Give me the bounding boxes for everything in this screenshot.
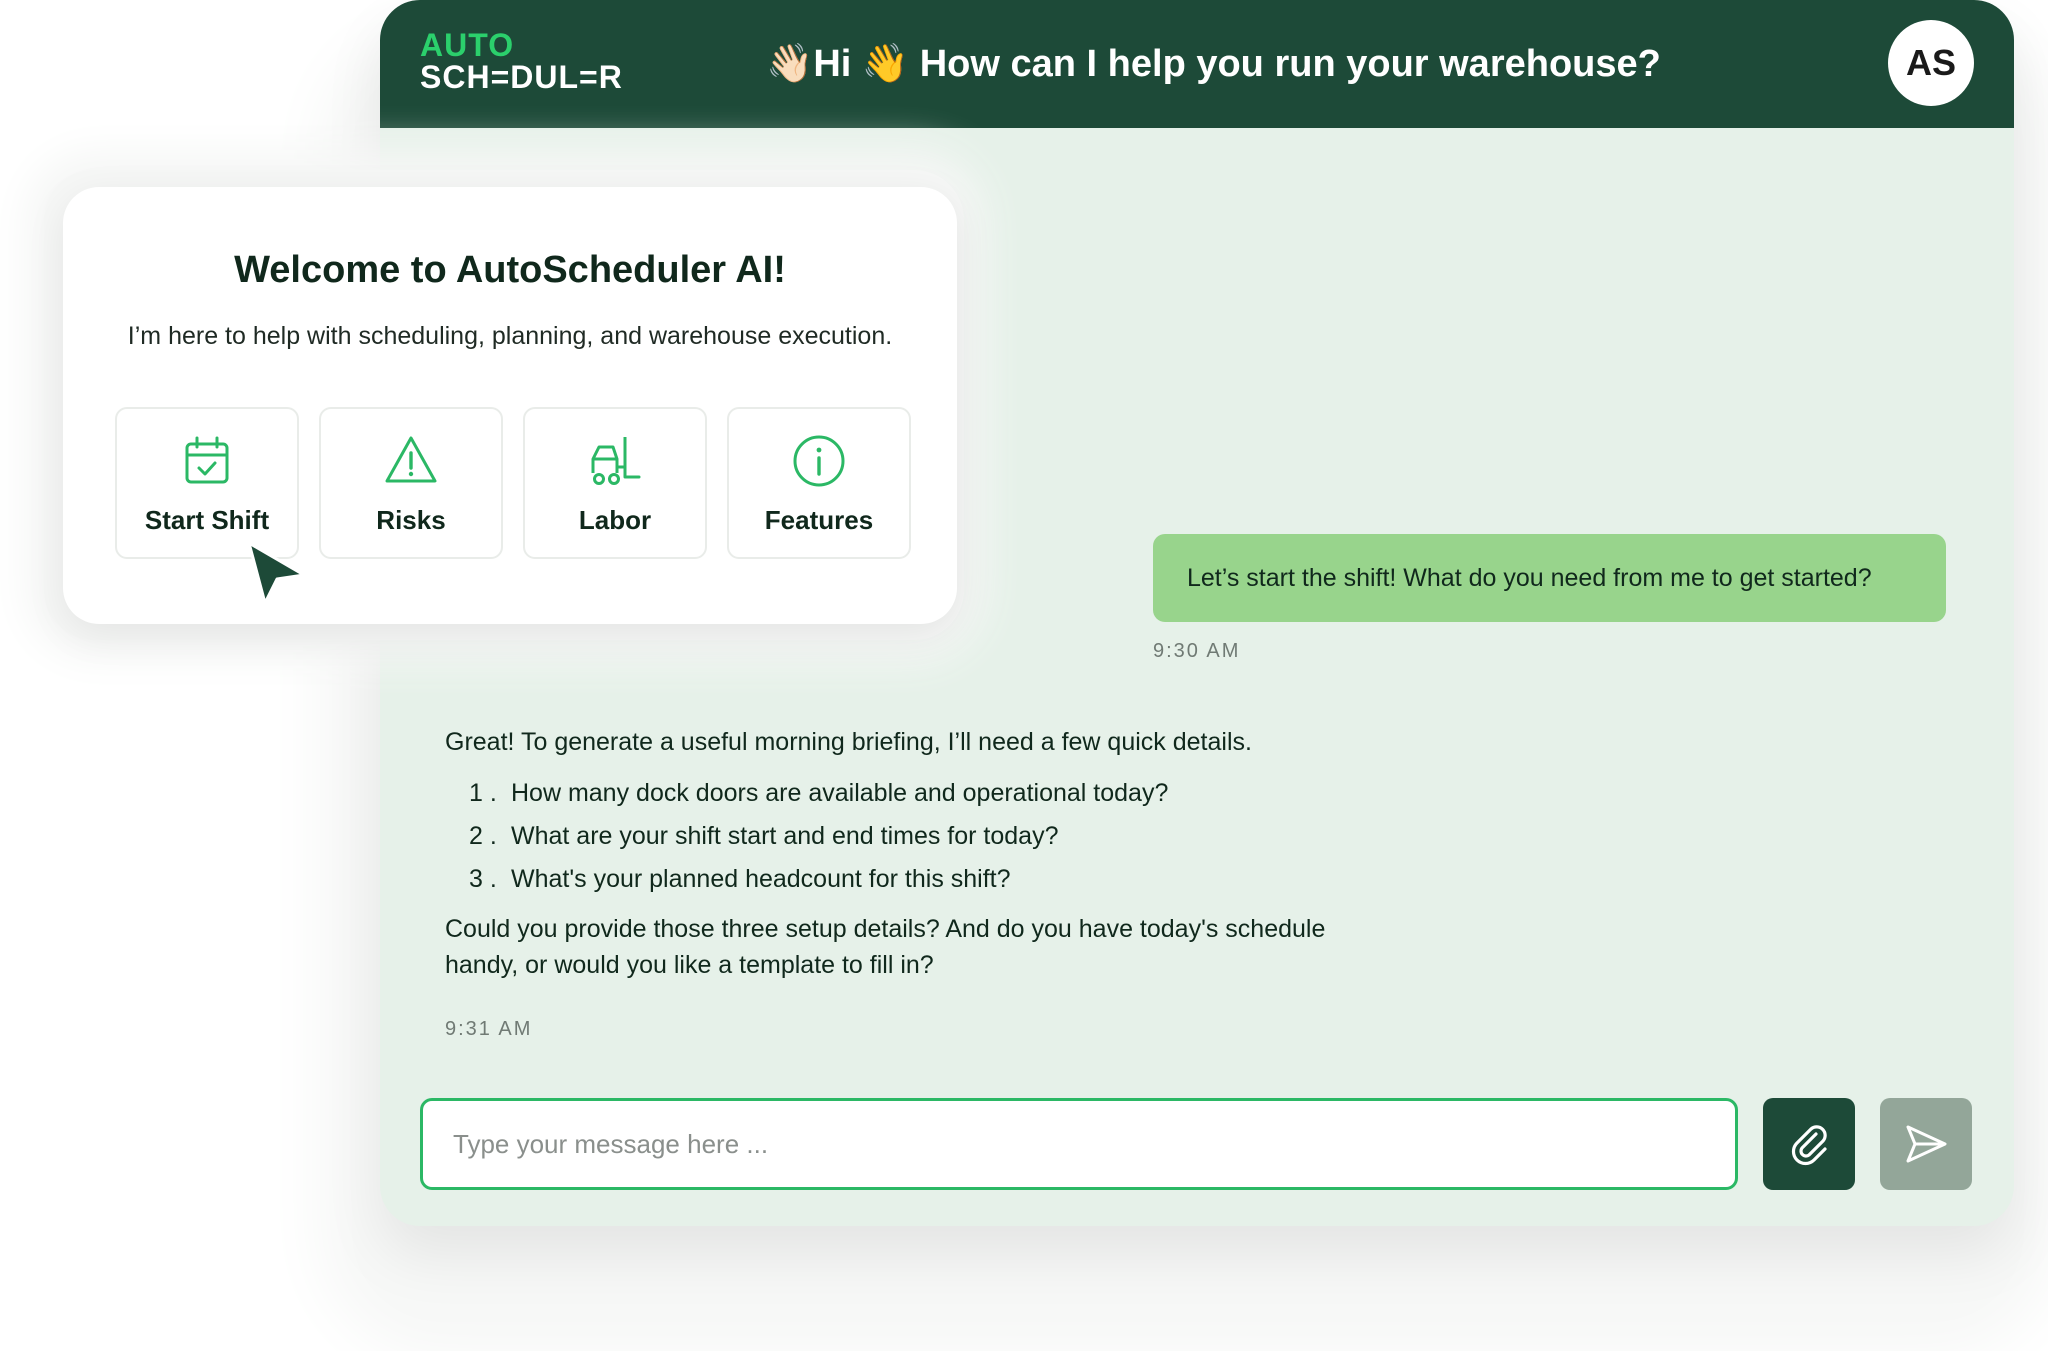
greeting-title: 👋🏻Hi 👋 How can I help you run your wareh… xyxy=(766,43,1661,85)
send-icon xyxy=(1906,1125,1947,1163)
labor-label: Labor xyxy=(578,505,652,535)
assistant-message-timestamp: 9:31 AM xyxy=(445,1018,533,1040)
logo-line-2: SCH=DUL=R xyxy=(420,59,623,95)
mouse-cursor-icon xyxy=(247,541,306,605)
start-shift-button[interactable]: Start Shift xyxy=(115,407,299,559)
features-label: Features xyxy=(764,505,874,535)
page: AUTO SCH=DUL=R 👋🏻Hi 👋 How can I help you… xyxy=(0,0,2048,1351)
welcome-card: Welcome to AutoScheduler AI! I’m here to… xyxy=(63,187,957,624)
assistant-question-list: 1 . How many dock doors are available an… xyxy=(445,772,1345,901)
labor-button[interactable]: Labor xyxy=(523,407,707,559)
user-message-text: Let’s start the shift! What do you need … xyxy=(1187,563,1872,592)
list-item-text: How many dock doors are available and op… xyxy=(511,779,1169,807)
assistant-outro-text: Could you provide those three setup deta… xyxy=(445,915,1326,979)
risks-label: Risks xyxy=(376,505,446,535)
paperclip-icon xyxy=(1791,1125,1827,1166)
welcome-title: Welcome to AutoScheduler AI! xyxy=(234,249,786,291)
user-message-timestamp: 9:30 AM xyxy=(1153,640,1241,662)
send-button[interactable] xyxy=(1880,1098,1972,1190)
assistant-message: Great! To generate a useful morning brie… xyxy=(445,724,1345,983)
user-message-bubble: Let’s start the shift! What do you need … xyxy=(1153,534,1946,622)
attach-file-button[interactable] xyxy=(1763,1098,1855,1190)
list-item-number: 1 . xyxy=(469,779,497,807)
list-item-text: What are your shift start and end times … xyxy=(511,822,1059,850)
list-item-number: 2 . xyxy=(469,822,497,850)
app-header: AUTO SCH=DUL=R 👋🏻Hi 👋 How can I help you… xyxy=(380,0,2014,128)
warning-triangle-icon xyxy=(385,436,437,483)
assistant-intro-text: Great! To generate a useful morning brie… xyxy=(445,728,1252,756)
info-circle-icon xyxy=(793,435,845,487)
list-item: 3 . What's your planned headcount for th… xyxy=(469,858,1345,901)
message-input[interactable] xyxy=(420,1098,1738,1190)
logo-line-1: AUTO xyxy=(420,27,515,63)
calendar-check-icon xyxy=(185,436,229,484)
user-avatar[interactable]: AS xyxy=(1888,20,1974,106)
autoscheduler-logo[interactable]: AUTO SCH=DUL=R xyxy=(420,27,640,96)
features-button[interactable]: Features xyxy=(727,407,911,559)
forklift-icon xyxy=(591,437,641,485)
list-item: 1 . How many dock doors are available an… xyxy=(469,772,1345,815)
list-item-text: What's your planned headcount for this s… xyxy=(511,865,1011,893)
welcome-subtitle: I’m here to help with scheduling, planni… xyxy=(127,322,893,350)
risks-button[interactable]: Risks xyxy=(319,407,503,559)
list-item: 2 . What are your shift start and end ti… xyxy=(469,815,1345,858)
list-item-number: 3 . xyxy=(469,865,497,893)
start-shift-label: Start Shift xyxy=(144,505,270,535)
